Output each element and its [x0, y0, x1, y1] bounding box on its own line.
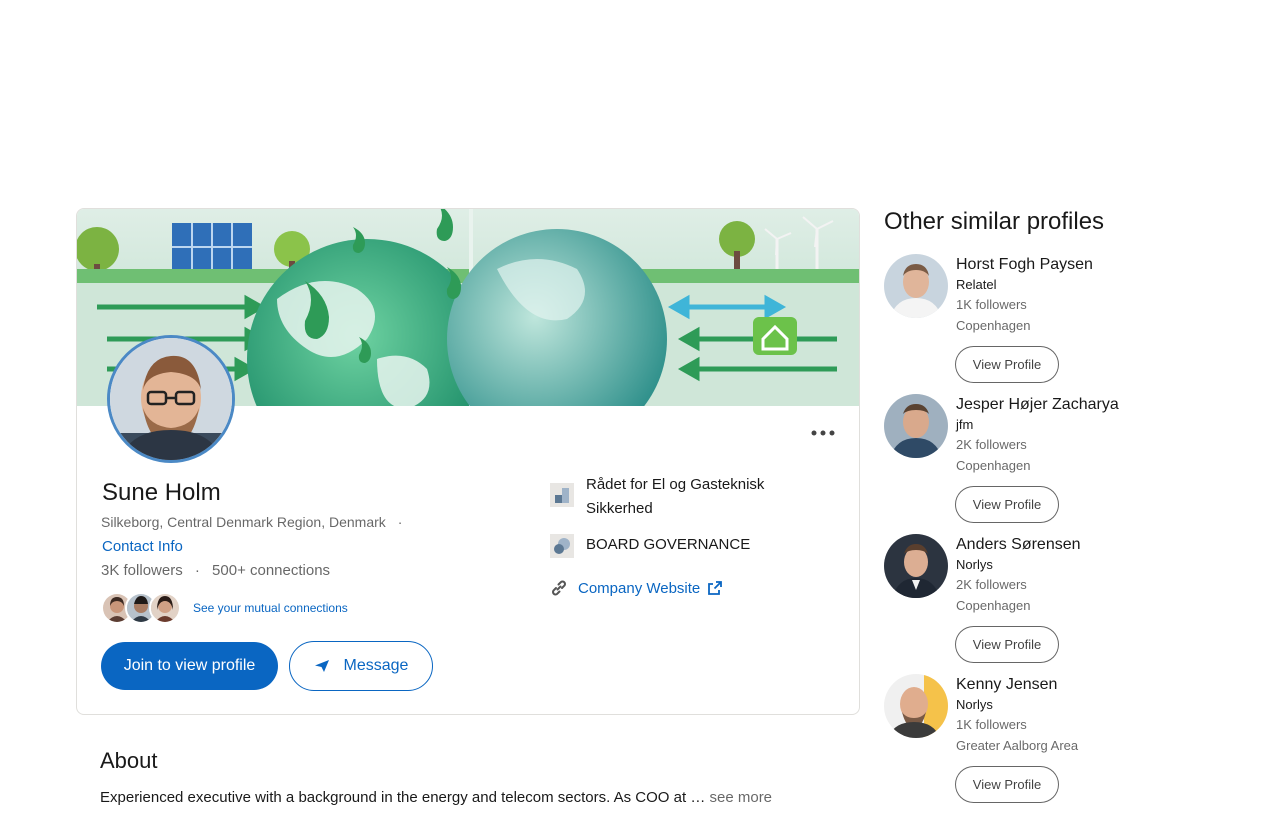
similar-profile-card[interactable]: Jesper Højer Zacharya jfm 2K followers C… — [884, 394, 1204, 534]
sidebar-title: Other similar profiles — [884, 208, 1105, 235]
message-label: Message — [343, 657, 409, 674]
join-to-view-profile-button[interactable]: Join to view profile — [101, 642, 278, 690]
similar-profile-card[interactable]: Kenny Jensen Norlys 1K followers Greater… — [884, 674, 1204, 814]
similar-profile-avatar[interactable] — [884, 674, 948, 738]
view-profile-button[interactable]: View Profile — [955, 346, 1059, 383]
similar-profile-name[interactable]: Anders Sørensen — [956, 536, 1081, 554]
view-profile-button[interactable]: View Profile — [955, 766, 1059, 803]
see-more-link[interactable]: see more — [710, 789, 773, 806]
view-profile-button[interactable]: View Profile — [955, 626, 1059, 663]
similar-profile-card[interactable]: Horst Fogh Paysen Relatel 1K followers C… — [884, 254, 1204, 394]
external-link-icon — [708, 581, 723, 595]
organization-logo-icon — [550, 483, 574, 507]
profile-stats: 3K followers · 500+ connections — [101, 562, 330, 579]
view-profile-button[interactable]: View Profile — [955, 486, 1059, 523]
similar-profile-name[interactable]: Horst Fogh Paysen — [956, 256, 1093, 274]
profile-location: Silkeborg, Central Denmark Region, Denma… — [101, 514, 402, 530]
about-heading: About — [100, 748, 158, 773]
profile-avatar[interactable] — [107, 335, 235, 463]
about-ellipsis: … — [690, 789, 706, 806]
profile-name: Sune Holm — [102, 479, 221, 506]
similar-profile-name[interactable]: Jesper Højer Zacharya — [956, 396, 1119, 414]
mutual-connections-link[interactable]: See your mutual connections — [193, 601, 348, 615]
organization-logo-icon — [550, 534, 574, 558]
similar-profile-location: Copenhagen — [956, 318, 1031, 333]
similar-profile-card[interactable]: Anders Sørensen Norlys 2K followers Cope… — [884, 534, 1204, 674]
similar-profile-avatar[interactable] — [884, 394, 948, 458]
similar-profile-avatar[interactable] — [884, 534, 948, 598]
mutual-connections[interactable]: See your mutual connections — [101, 592, 348, 624]
message-button[interactable]: Message — [289, 641, 433, 691]
similar-profile-company: Norlys — [956, 557, 993, 572]
organization-name: Rådet for El og Gasteknisk Sikkerhed — [586, 476, 765, 517]
link-icon — [552, 580, 566, 596]
about-text: Experienced executive with a background … — [100, 789, 772, 806]
connections-count: 500+ connections — [212, 562, 331, 579]
more-options-button[interactable] — [805, 421, 841, 445]
location-separator: · — [397, 514, 403, 530]
profile-card: Sune Holm Silkeborg, Central Denmark Reg… — [76, 208, 860, 715]
company-website-link[interactable]: Company Website — [578, 580, 700, 597]
similar-profile-company: Relatel — [956, 277, 997, 292]
organization-item[interactable]: BOARD GOVERNANCE — [550, 534, 750, 558]
organization-item[interactable]: Rådet for El og Gasteknisk Sikkerhed — [550, 473, 806, 521]
similar-profile-company: jfm — [956, 417, 974, 432]
about-body: Experienced executive with a background … — [100, 789, 687, 806]
company-website[interactable]: Company Website — [550, 579, 723, 597]
mutual-avatar — [149, 592, 181, 624]
stats-separator: · — [194, 562, 200, 579]
similar-profile-company: Norlys — [956, 697, 993, 712]
contact-info-link[interactable]: Contact Info — [102, 538, 183, 555]
followers-count: 3K followers — [101, 562, 183, 579]
similar-profile-followers: 2K followers — [956, 577, 1027, 592]
send-icon — [314, 660, 329, 672]
similar-profile-location: Copenhagen — [956, 458, 1031, 473]
similar-profile-location: Copenhagen — [956, 598, 1031, 613]
similar-profile-location: Greater Aalborg Area — [956, 738, 1079, 753]
ellipsis-icon — [811, 430, 835, 436]
similar-profile-avatar[interactable] — [884, 254, 948, 318]
similar-profile-followers: 2K followers — [956, 437, 1027, 452]
location-text: Silkeborg, Central Denmark Region, Denma… — [101, 514, 386, 530]
similar-profile-name[interactable]: Kenny Jensen — [956, 676, 1057, 694]
similar-profile-followers: 1K followers — [956, 717, 1027, 732]
similar-profile-followers: 1K followers — [956, 297, 1027, 312]
organization-name: BOARD GOVERNANCE — [586, 536, 751, 553]
